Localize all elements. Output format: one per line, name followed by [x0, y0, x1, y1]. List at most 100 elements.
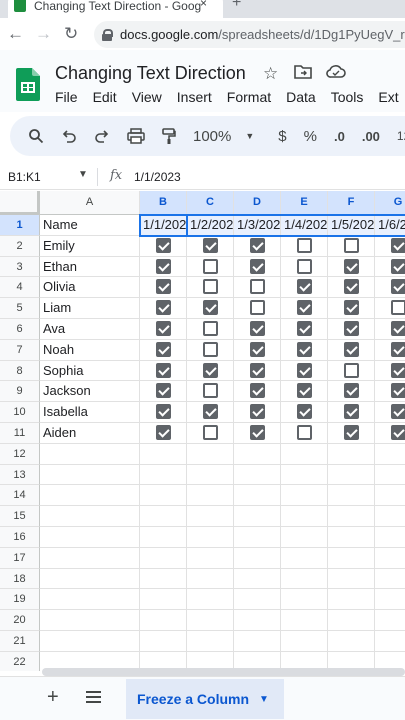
empty-cell[interactable] — [234, 527, 281, 548]
column-header-e[interactable]: E — [281, 191, 328, 215]
row-header[interactable]: 9 — [0, 381, 40, 403]
redo-icon[interactable] — [94, 129, 110, 143]
checkbox-cell[interactable] — [375, 423, 405, 444]
empty-cell[interactable] — [40, 464, 140, 486]
new-tab-icon[interactable]: + — [232, 0, 241, 12]
checked-checkbox[interactable] — [296, 341, 312, 357]
empty-cell[interactable] — [140, 589, 187, 611]
star-icon[interactable]: ☆ — [263, 64, 278, 84]
unchecked-checkbox[interactable] — [296, 258, 312, 274]
checkbox-cell[interactable] — [187, 339, 234, 361]
unchecked-checkbox[interactable] — [296, 425, 312, 440]
menu-insert[interactable]: Insert — [177, 89, 212, 105]
search-menus-icon[interactable] — [28, 128, 44, 144]
checked-checkbox[interactable] — [343, 341, 359, 357]
checked-checkbox[interactable] — [249, 341, 265, 357]
checkbox-cell[interactable] — [187, 298, 234, 319]
empty-cell[interactable] — [281, 527, 328, 548]
checkbox-cell[interactable] — [234, 339, 281, 361]
checkbox-cell[interactable] — [375, 298, 405, 319]
empty-cell[interactable] — [234, 464, 281, 486]
chevron-down-icon[interactable]: ▼ — [259, 694, 269, 705]
sheet-tab-active[interactable]: Freeze a Column ▼ — [126, 679, 284, 719]
empty-cell[interactable] — [375, 569, 405, 590]
empty-cell[interactable] — [187, 610, 234, 631]
checkbox-cell[interactable] — [281, 423, 328, 444]
row-header[interactable]: 12 — [0, 443, 40, 465]
empty-cell[interactable] — [40, 610, 140, 631]
column-header-f[interactable]: F — [328, 191, 375, 215]
checkbox-cell[interactable] — [187, 402, 234, 423]
name-cell[interactable]: Noah — [40, 339, 140, 361]
menu-edit[interactable]: Edit — [93, 89, 117, 105]
browser-tab[interactable]: Changing Text Direction - Goog — [8, 0, 223, 18]
unchecked-checkbox[interactable] — [296, 237, 312, 253]
checkbox-cell[interactable] — [375, 340, 405, 361]
checked-checkbox[interactable] — [390, 321, 405, 336]
column-header-b[interactable]: B — [140, 191, 187, 215]
column-header-g[interactable]: G — [375, 191, 405, 215]
checkbox-cell[interactable] — [140, 298, 187, 319]
font-size-field[interactable]: 12 — [397, 129, 405, 143]
checked-checkbox[interactable] — [296, 321, 312, 336]
unchecked-checkbox[interactable] — [249, 279, 265, 295]
row-header[interactable]: 13 — [0, 464, 40, 486]
menu-format[interactable]: Format — [227, 89, 271, 105]
zoom-select[interactable]: 100% ▼ — [193, 128, 254, 145]
name-cell[interactable]: Isabella — [40, 402, 140, 423]
name-cell[interactable]: Aiden — [40, 423, 140, 444]
date-header-cell[interactable]: 1/3/2023 — [234, 215, 281, 236]
checkbox-cell[interactable] — [234, 277, 281, 299]
empty-cell[interactable] — [234, 443, 281, 465]
checkbox-cell[interactable] — [375, 257, 405, 278]
name-box[interactable]: B1:K1 — [8, 170, 41, 184]
tab-close-icon[interactable]: × — [200, 0, 207, 10]
checkbox-cell[interactable] — [328, 339, 375, 361]
checked-checkbox[interactable] — [155, 237, 171, 253]
empty-cell[interactable] — [281, 443, 328, 465]
empty-cell[interactable] — [328, 589, 375, 611]
empty-cell[interactable] — [187, 568, 234, 590]
checked-checkbox[interactable] — [155, 321, 171, 336]
checked-checkbox[interactable] — [343, 279, 359, 295]
checked-checkbox[interactable] — [390, 362, 405, 378]
name-cell[interactable]: Ethan — [40, 256, 140, 278]
empty-cell[interactable] — [375, 610, 405, 631]
name-cell[interactable]: Olivia — [40, 277, 140, 299]
checked-checkbox[interactable] — [249, 237, 265, 253]
checkbox-cell[interactable] — [281, 298, 328, 319]
checked-checkbox[interactable] — [202, 404, 218, 420]
checkbox-cell[interactable] — [187, 277, 234, 299]
empty-cell[interactable] — [140, 506, 187, 527]
empty-cell[interactable] — [375, 465, 405, 486]
row-header[interactable]: 4 — [0, 277, 40, 299]
checkbox-cell[interactable] — [375, 236, 405, 257]
empty-cell[interactable] — [140, 464, 187, 486]
all-sheets-menu-icon[interactable] — [86, 691, 101, 703]
empty-cell[interactable] — [234, 568, 281, 590]
checked-checkbox[interactable] — [390, 237, 405, 253]
row-header[interactable]: 1 — [0, 215, 40, 236]
checkbox-cell[interactable] — [328, 277, 375, 299]
checked-checkbox[interactable] — [390, 258, 405, 274]
row-header[interactable]: 16 — [0, 527, 40, 548]
checkbox-cell[interactable] — [187, 319, 234, 340]
checked-checkbox[interactable] — [249, 258, 265, 274]
empty-cell[interactable] — [375, 527, 405, 548]
name-cell[interactable]: Jackson — [40, 381, 140, 403]
date-header-cell[interactable]: 1/4/2023 — [281, 215, 328, 236]
spreadsheet-grid[interactable]: ABCDEFG 1Name1/1/20231/2/20231/3/20231/4/… — [0, 191, 405, 671]
empty-cell[interactable] — [40, 568, 140, 590]
checkbox-cell[interactable] — [234, 381, 281, 403]
row-header[interactable]: 3 — [0, 256, 40, 278]
checkbox-cell[interactable] — [140, 256, 187, 278]
empty-cell[interactable] — [187, 631, 234, 652]
checkbox-cell[interactable] — [375, 277, 405, 299]
empty-cell[interactable] — [281, 506, 328, 527]
select-all-corner[interactable] — [0, 191, 40, 215]
empty-cell[interactable] — [187, 443, 234, 465]
header-cell-name[interactable]: Name — [40, 215, 140, 236]
row-header[interactable]: 20 — [0, 610, 40, 631]
empty-cell[interactable] — [187, 485, 234, 507]
empty-cell[interactable] — [375, 444, 405, 465]
